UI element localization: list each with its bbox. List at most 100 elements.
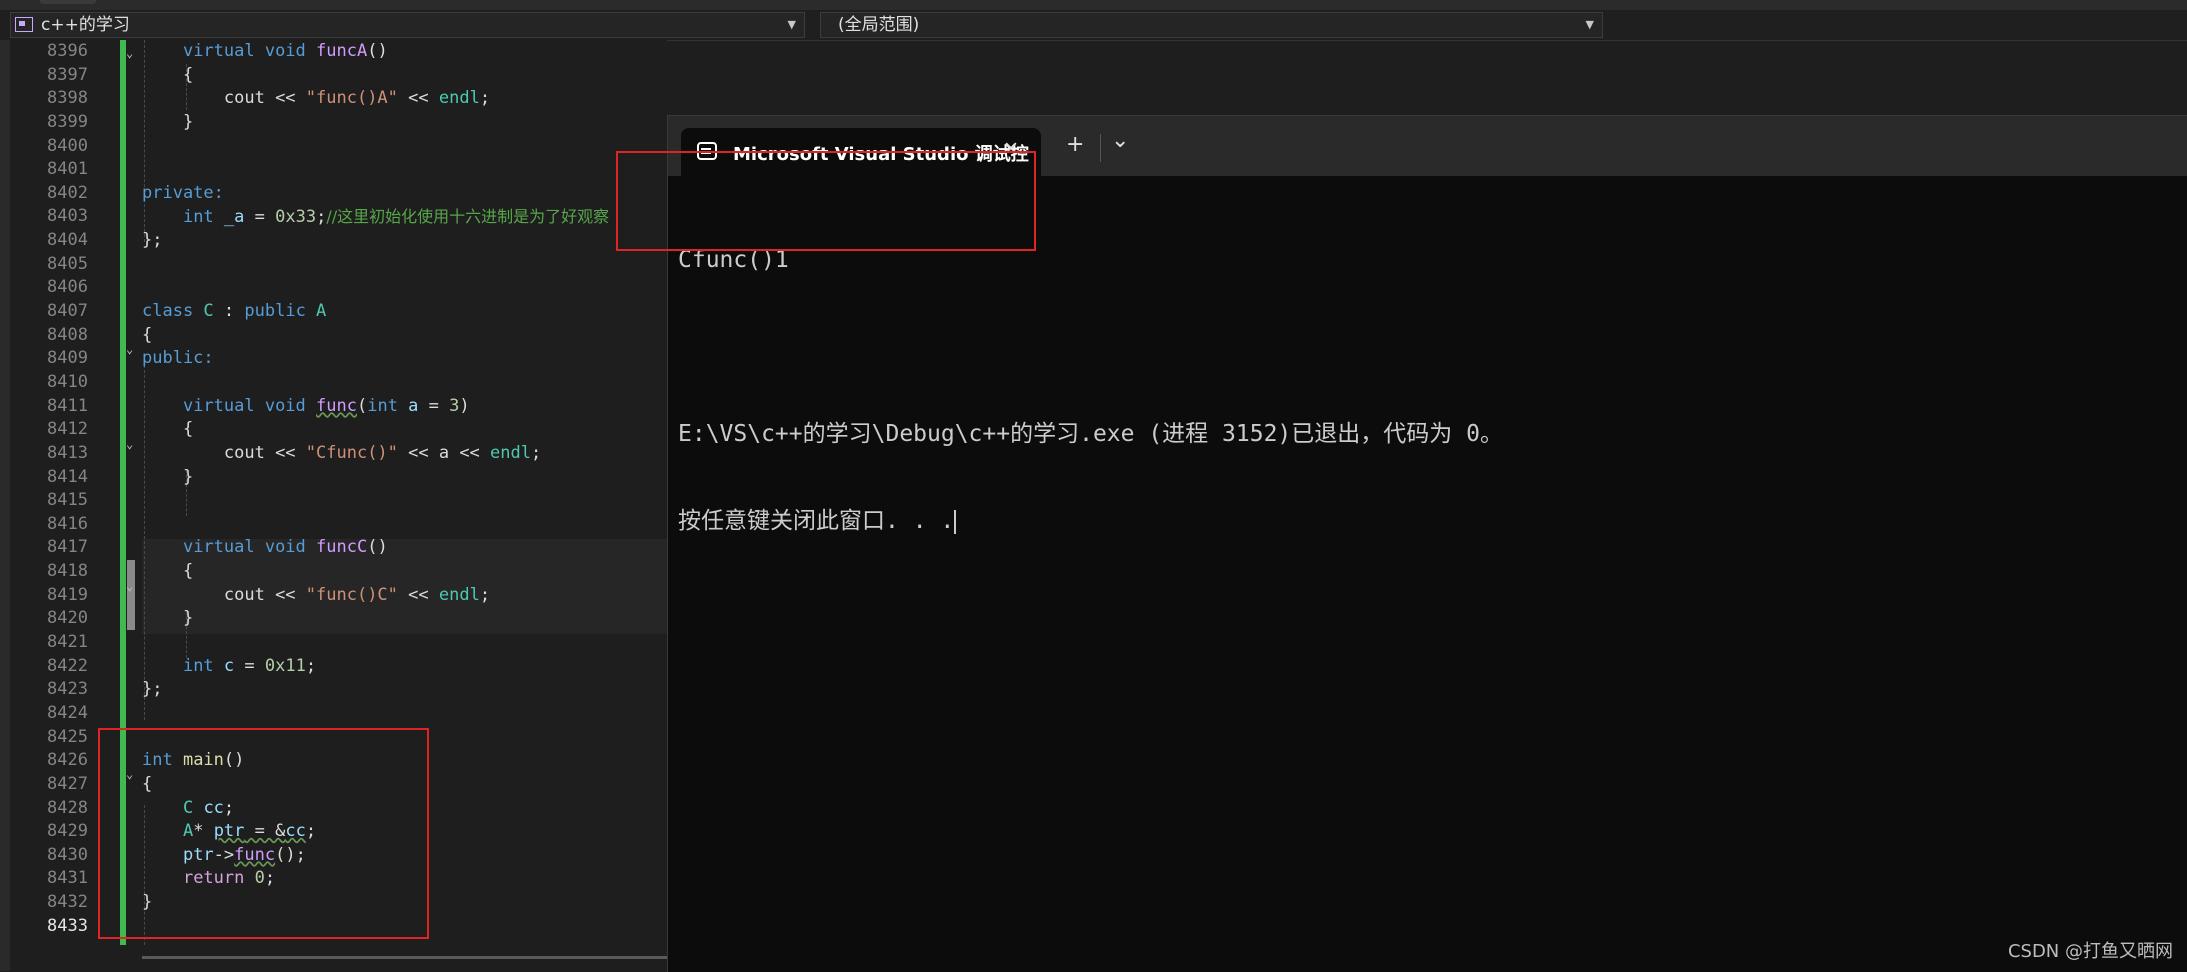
code-text: ;: [530, 442, 542, 463]
string-literal: "Cfunc()": [305, 442, 398, 463]
line-number: 8428: [47, 797, 88, 818]
code-text: <<: [397, 584, 439, 605]
code-text: {: [182, 64, 194, 85]
number-literal: 3: [449, 395, 460, 416]
code-text: (): [367, 537, 388, 558]
function-name: funcC: [316, 537, 368, 558]
line-number-gutter: 8396 8397 8398 8399 8400 8401 8402 8403 8404 8405…: [10, 40, 90, 938]
code-line: private:: [142, 182, 662, 206]
identifier: a: [408, 395, 419, 416]
line-number: 8426: [47, 750, 88, 771]
line-number: 8402: [47, 182, 88, 203]
scope-dropdown-label: (全局范围): [838, 15, 920, 35]
line-number: 8413: [47, 442, 88, 463]
line-number: 8396: [47, 41, 88, 61]
code-text: };: [142, 230, 163, 251]
top-tab-nub: [40, 0, 96, 4]
line-number: 8401: [47, 159, 88, 180]
line-number: 8398: [47, 88, 88, 109]
identifier: _a: [223, 207, 245, 228]
keyword: int: [182, 655, 224, 676]
line-number: 8414: [47, 466, 88, 487]
code-text: :: [213, 301, 245, 322]
code-line: virtual void funcA(): [142, 40, 662, 64]
line-number: 8424: [47, 702, 88, 723]
code-line: {: [142, 560, 662, 584]
code-line: public:: [142, 347, 662, 371]
comment: //这里初始化使用十六进制是为了好观察: [326, 207, 610, 227]
output-text: 按任意键关闭此窗口. . .: [678, 508, 955, 534]
keyword: virtual void: [182, 537, 317, 558]
line-number: 8411: [47, 395, 88, 416]
line-number: 8404: [47, 230, 88, 251]
horizontal-scrollbar[interactable]: [142, 956, 667, 959]
line-number: 8425: [47, 726, 88, 747]
line-number: 8412: [47, 419, 88, 440]
line-number: 8400: [47, 135, 88, 156]
line-number: 8419: [47, 584, 88, 605]
code-text: ;: [305, 655, 317, 676]
code-text: ): [459, 395, 470, 416]
access-specifier: private:: [142, 182, 224, 203]
scope-dropdown[interactable]: (全局范围) ▼: [820, 12, 1603, 38]
code-line: virtual void func(int a = 3): [142, 395, 662, 419]
line-number: 8399: [47, 111, 88, 132]
code-text: =: [244, 207, 276, 228]
fold-chevron-icon[interactable]: ⌄: [126, 342, 140, 356]
line-number: 8409: [47, 348, 88, 369]
line-number: 8420: [47, 608, 88, 629]
code-text: =: [418, 395, 450, 416]
code-line: {: [142, 418, 662, 442]
code-line: };: [142, 678, 662, 702]
code-line: int c = 0x11;: [142, 655, 662, 679]
string-literal: "func()C": [305, 584, 398, 605]
keyword: class: [142, 301, 204, 322]
code-text: {: [182, 419, 194, 440]
code-text: ;: [316, 207, 327, 228]
string-literal: "func()A": [305, 88, 398, 109]
chevron-down-icon: ▼: [1585, 18, 1594, 31]
code-text: (): [367, 41, 388, 61]
change-marker: [127, 560, 135, 630]
output-line: E:\VS\c++的学习\Debug\c++的学习.exe (进程 3152)已…: [678, 421, 1503, 447]
code-line: }: [142, 466, 662, 490]
line-number: 8429: [47, 821, 88, 842]
access-specifier: public:: [142, 348, 214, 369]
fold-chevron-icon[interactable]: ⌄: [126, 579, 140, 593]
project-dropdown[interactable]: c++的学习 ▼: [10, 12, 805, 38]
project-icon: [15, 17, 33, 32]
number-literal: 0x11: [264, 655, 306, 676]
code-text: cout <<: [223, 584, 306, 605]
fold-chevron-icon[interactable]: ⌄: [126, 437, 140, 451]
line-number: 8415: [47, 490, 88, 511]
output-line: 按任意键关闭此窗口. . .: [678, 507, 1503, 536]
code-line: cout << "Cfunc()" << a << endl;: [142, 442, 662, 466]
left-margin: [0, 40, 10, 971]
line-number: 8423: [47, 679, 88, 700]
chevron-down-icon: ▼: [787, 18, 796, 31]
new-tab-button[interactable]: +: [1066, 132, 1084, 157]
code-line: {: [142, 324, 662, 348]
keyword: int: [367, 395, 409, 416]
code-line: cout << "func()A" << endl;: [142, 87, 662, 111]
line-number: 8397: [47, 64, 88, 85]
line-number: 8433: [47, 915, 88, 936]
line-number: 8417: [47, 537, 88, 558]
chevron-down-icon[interactable]: ⌄: [1111, 128, 1129, 153]
window-top-strip: [0, 0, 2187, 10]
line-number: 8410: [47, 371, 88, 392]
fold-chevron-icon[interactable]: ⌄: [126, 46, 140, 60]
line-number: 8408: [47, 324, 88, 345]
code-text: }: [182, 466, 194, 487]
line-number: 8432: [47, 892, 88, 913]
code-text: (: [356, 395, 368, 416]
keyword: public: [244, 301, 317, 322]
identifier: c: [223, 655, 235, 676]
type-name: C: [203, 301, 214, 322]
